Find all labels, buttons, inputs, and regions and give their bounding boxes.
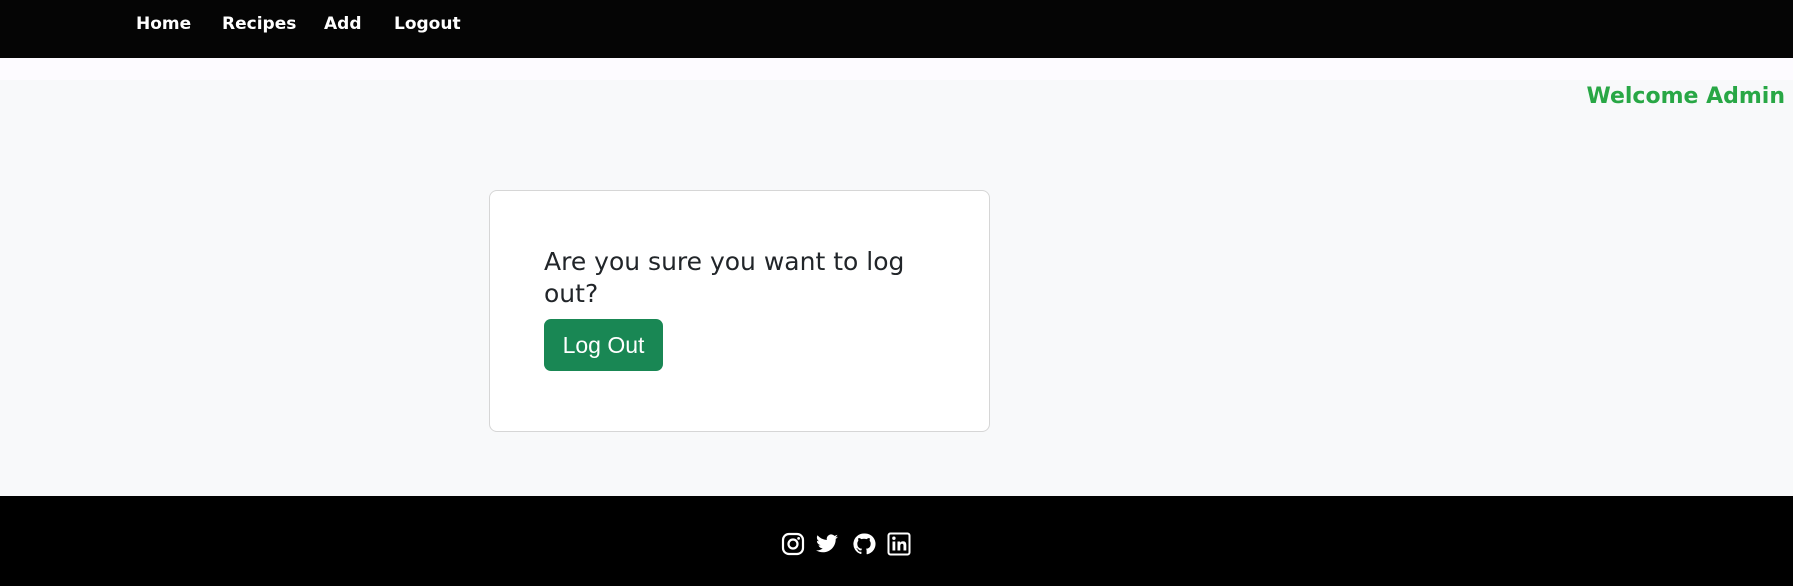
logout-card: Are you sure you want to log out? Log Ou… [489,190,990,432]
header-strip [0,58,1793,80]
nav-recipes-link[interactable]: Recipes [222,14,296,34]
top-navbar: Home Recipes Add Logout [0,0,1793,58]
footer [0,496,1793,586]
github-icon[interactable] [852,532,876,556]
welcome-message: Welcome Admin [1586,84,1785,109]
log-out-button[interactable]: Log Out [544,319,663,371]
linkedin-icon[interactable] [887,532,911,556]
nav-logout-link[interactable]: Logout [394,14,461,34]
nav-add-link[interactable]: Add [324,14,362,34]
nav-home-link[interactable]: Home [136,14,191,34]
logout-question: Are you sure you want to log out? [544,247,905,308]
instagram-icon[interactable] [781,532,805,556]
twitter-icon[interactable] [815,532,839,556]
